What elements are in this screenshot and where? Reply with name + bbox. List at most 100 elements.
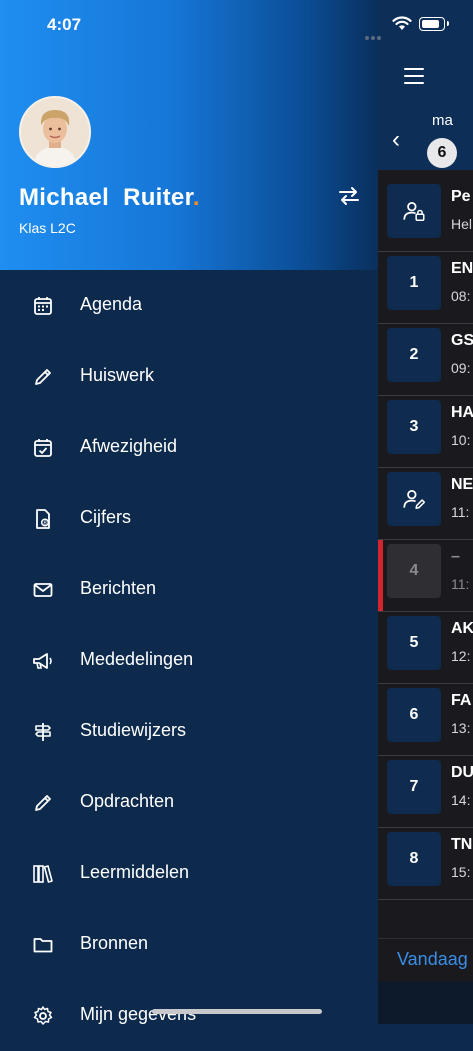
menu-item-berichten[interactable]: Berichten <box>0 554 378 625</box>
avatar-image <box>21 98 89 166</box>
calendar-check-icon <box>34 439 52 457</box>
lesson-subject: Pe <box>451 188 471 205</box>
lesson-time: 12: <box>451 648 471 664</box>
menu-item-agenda[interactable]: Agenda <box>0 270 378 341</box>
lesson-hour-box: 8 <box>387 832 441 886</box>
grade-document-icon: 8 <box>36 509 50 529</box>
lesson-row[interactable]: NE 11: <box>378 468 473 540</box>
menu-item-opdrachten[interactable]: Opdrachten <box>0 767 378 838</box>
person-edit-icon <box>403 490 426 509</box>
lesson-hour: 7 <box>409 778 419 795</box>
lesson-subject: AK <box>451 620 473 637</box>
lesson-row[interactable]: 8 TN 15: <box>378 828 473 900</box>
lesson-hour: 3 <box>409 418 419 435</box>
menu-item-leermiddelen[interactable]: Leermiddelen <box>0 838 378 909</box>
menu-item-label: Berichten <box>80 578 157 598</box>
lesson-hour: 6 <box>409 706 419 723</box>
lesson-hour-box: 7 <box>387 760 441 814</box>
lesson-subject: EN <box>451 260 473 277</box>
lesson-row[interactable]: 7 DU 14: <box>378 756 473 828</box>
last-name: Ruiter <box>123 184 193 211</box>
menu-item-mededelingen[interactable]: Mededelingen <box>0 625 378 696</box>
lesson-hour-box: 6 <box>387 688 441 742</box>
lesson-hour: 4 <box>409 562 419 579</box>
lesson-hour: 1 <box>409 274 419 291</box>
svg-text:8: 8 <box>43 521 47 527</box>
status-bar: 4:07 <box>0 0 473 50</box>
avatar[interactable] <box>19 96 91 168</box>
profile-name: Michael Ruiter. <box>19 184 200 212</box>
pencil-icon <box>35 369 51 385</box>
lesson-row[interactable]: 4 – 11: <box>378 540 473 612</box>
day-name: ma <box>432 112 453 129</box>
lesson-hour-box: 3 <box>387 400 441 454</box>
cellular-signal-icon <box>365 27 385 40</box>
today-button[interactable]: Vandaag <box>397 949 468 970</box>
menu-item-bronnen[interactable]: Bronnen <box>0 909 378 980</box>
lesson-time: 13: <box>451 720 471 736</box>
menu-item-huiswerk[interactable]: Huiswerk <box>0 341 378 412</box>
agenda-background-view: ‹ ma 6 Pe Hel 1 EN 08: 2 GS 09: 3 HA 10: NE 11: 4 – 11:… <box>378 0 473 1024</box>
pencil-icon <box>35 795 51 811</box>
lesson-hour-box <box>387 472 441 526</box>
menu-item-label: Studiewijzers <box>80 720 187 740</box>
signpost-icon <box>35 723 51 741</box>
lesson-row[interactable]: 1 EN 08: <box>378 252 473 324</box>
day-number[interactable]: 6 <box>427 138 457 168</box>
lesson-time: 14: <box>451 792 471 808</box>
swap-arrows-icon[interactable] <box>338 186 360 206</box>
drawer-menu: Agenda Huiswerk Afwezigheid 8 Cijfers Bericht… <box>0 270 378 1051</box>
lesson-time: 11: <box>451 504 470 520</box>
lesson-subject: FA <box>451 692 472 709</box>
menu-item-label: Afwezigheid <box>80 436 178 456</box>
envelope-icon <box>33 583 53 597</box>
hamburger-menu-icon[interactable] <box>404 68 424 89</box>
lesson-hour-box <box>387 184 441 238</box>
wifi-icon <box>392 16 412 30</box>
menu-item-label: Huiswerk <box>80 365 155 385</box>
menu-item-mijn-gegevens[interactable]: Mijn gegevens <box>0 980 378 1051</box>
menu-item-label: Cijfers <box>80 507 132 527</box>
lesson-subject: HA <box>451 404 473 421</box>
lesson-row[interactable]: 2 GS 09: <box>378 324 473 396</box>
menu-item-label: Mededelingen <box>80 649 194 669</box>
lesson-time: 09: <box>451 360 471 376</box>
person-lock-icon <box>403 202 425 221</box>
lesson-row[interactable]: 6 FA 13: <box>378 684 473 756</box>
lesson-subject: GS <box>451 332 473 349</box>
menu-item-label: Leermiddelen <box>80 862 190 882</box>
menu-item-label: Bronnen <box>80 933 149 953</box>
today-bar: Vandaag <box>378 938 473 983</box>
menu-item-afwezigheid[interactable]: Afwezigheid <box>0 412 378 483</box>
navigation-drawer: Michael Ruiter. Klas L2C Agenda Huiswerk A… <box>0 0 378 1025</box>
lesson-subject: DU <box>451 764 473 781</box>
menu-item-label: Mijn gegevens <box>80 1004 197 1024</box>
accent-dot: . <box>192 184 200 211</box>
lesson-hour-box: 4 <box>387 544 441 598</box>
battery-icon <box>419 17 449 31</box>
lesson-hour: 8 <box>409 850 419 867</box>
lesson-row[interactable]: Pe Hel <box>378 180 473 252</box>
lesson-time: 08: <box>451 288 471 304</box>
lesson-hour: 2 <box>409 346 419 363</box>
lesson-time: Hel <box>451 216 473 232</box>
lesson-subject: NE <box>451 476 473 493</box>
lesson-subject: – <box>451 548 460 565</box>
menu-item-label: Agenda <box>80 294 143 314</box>
lesson-row[interactable]: 5 AK 12: <box>378 612 473 684</box>
lesson-list: Pe Hel 1 EN 08: 2 GS 09: 3 HA 10: NE 11: 4 – 11: 5 AK 12: 6… <box>378 180 473 900</box>
chevron-left-icon[interactable]: ‹ <box>392 126 400 154</box>
menu-item-studiewijzers[interactable]: Studiewijzers <box>0 696 378 767</box>
folder-icon <box>33 938 53 953</box>
gear-icon <box>33 1006 53 1025</box>
lesson-hour-box: 1 <box>387 256 441 310</box>
cancelled-indicator <box>378 540 383 611</box>
megaphone-icon <box>33 653 52 669</box>
menu-item-label: Opdrachten <box>80 791 175 811</box>
class-label: Klas L2C <box>19 220 76 236</box>
lesson-hour-box: 5 <box>387 616 441 670</box>
lesson-time: 11: <box>451 576 470 592</box>
lesson-time: 15: <box>451 864 471 880</box>
menu-item-cijfers[interactable]: 8 Cijfers <box>0 483 378 554</box>
lesson-row[interactable]: 3 HA 10: <box>378 396 473 468</box>
